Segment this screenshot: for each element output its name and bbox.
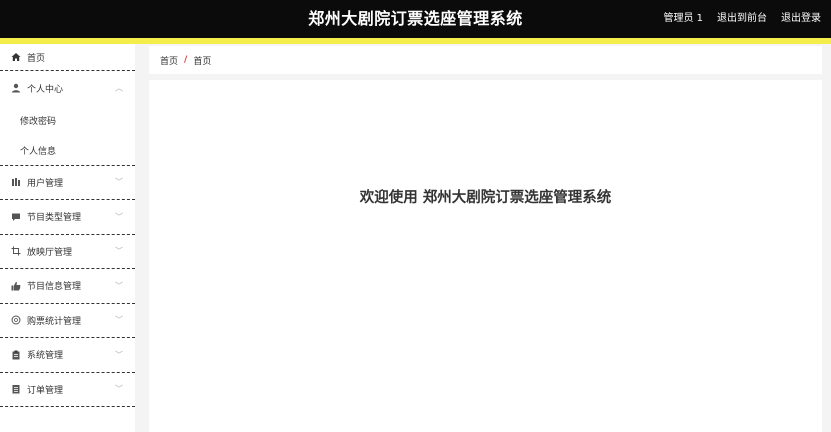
- sidebar-item-label: 系统管理: [27, 351, 64, 362]
- main-content: 欢迎使用 郑州大剧院订票选座管理系统: [149, 80, 822, 432]
- sidebar-subitem-change-password[interactable]: 修改密码: [0, 106, 135, 136]
- sidebar-item-personal[interactable]: 个人中心 ︿: [0, 71, 135, 106]
- sidebar-item-home[interactable]: 首页: [0, 44, 135, 71]
- sidebar: 首页 个人中心 ︿ 修改密码 个人信息 用户管理 ﹀ 节目类型管理 ﹀ 放映厅管…: [0, 44, 135, 432]
- breadcrumb-separator: /: [184, 55, 188, 65]
- welcome-heading: 欢迎使用 郑州大剧院订票选座管理系统: [359, 190, 612, 206]
- user-icon: [10, 82, 22, 94]
- sidebar-item-label: 节目信息管理: [27, 282, 82, 293]
- sidebar-item-label: 购票统计管理: [27, 316, 82, 327]
- list-icon: [10, 383, 22, 395]
- sidebar-item-label: 订单管理: [27, 385, 64, 396]
- sidebar-item-label: 首页: [27, 53, 46, 64]
- chevron-down-icon: ﹀: [115, 384, 123, 394]
- crop-icon: [10, 245, 22, 257]
- chevron-down-icon: ﹀: [115, 350, 123, 360]
- sidebar-item-ticket-stats[interactable]: 购票统计管理 ﹀: [0, 304, 135, 338]
- home-icon: [10, 51, 22, 63]
- sidebar-item-label: 用户管理: [27, 178, 64, 189]
- sidebar-item-label: 节目类型管理: [27, 213, 82, 224]
- sidebar-item-label: 个人中心: [27, 84, 64, 95]
- chevron-down-icon: ﹀: [115, 212, 123, 222]
- sidebar-item-orders[interactable]: 订单管理 ﹀: [0, 373, 135, 407]
- chat-icon: [10, 211, 22, 223]
- chevron-down-icon: ﹀: [115, 246, 123, 256]
- current-user-label: 管理员 1: [663, 13, 703, 24]
- breadcrumb-current: 首页: [193, 56, 212, 67]
- chevron-down-icon: ﹀: [115, 281, 123, 291]
- sidebar-item-halls[interactable]: 放映厅管理 ﹀: [0, 235, 135, 269]
- sidebar-item-system[interactable]: 系统管理 ﹀: [0, 338, 135, 373]
- breadcrumb: 首页 / 首页: [149, 46, 822, 74]
- top-navbar: 郑州大剧院订票选座管理系统 管理员 1 退出到前台 退出登录: [0, 0, 831, 38]
- sidebar-item-program-info[interactable]: 节目信息管理 ﹀: [0, 269, 135, 304]
- logout-link[interactable]: 退出登录: [781, 0, 821, 38]
- sidebar-item-program-types[interactable]: 节目类型管理 ﹀: [0, 200, 135, 235]
- users-icon: [10, 176, 22, 188]
- thumbs-up-icon: [10, 280, 22, 292]
- header-actions: 管理员 1 退出到前台 退出登录: [663, 0, 821, 38]
- circle-icon: [10, 314, 22, 326]
- breadcrumb-root-link[interactable]: 首页: [160, 54, 178, 67]
- sidebar-subitem-personal-info[interactable]: 个人信息: [0, 136, 135, 166]
- chevron-down-icon: ﹀: [115, 315, 123, 325]
- chevron-up-icon: ︿: [115, 83, 123, 93]
- sidebar-item-users[interactable]: 用户管理 ﹀: [0, 166, 135, 200]
- back-to-front-link[interactable]: 退出到前台: [717, 0, 767, 38]
- chevron-down-icon: ﹀: [115, 177, 123, 187]
- clipboard-icon: [10, 349, 22, 361]
- sidebar-item-label: 放映厅管理: [27, 247, 73, 258]
